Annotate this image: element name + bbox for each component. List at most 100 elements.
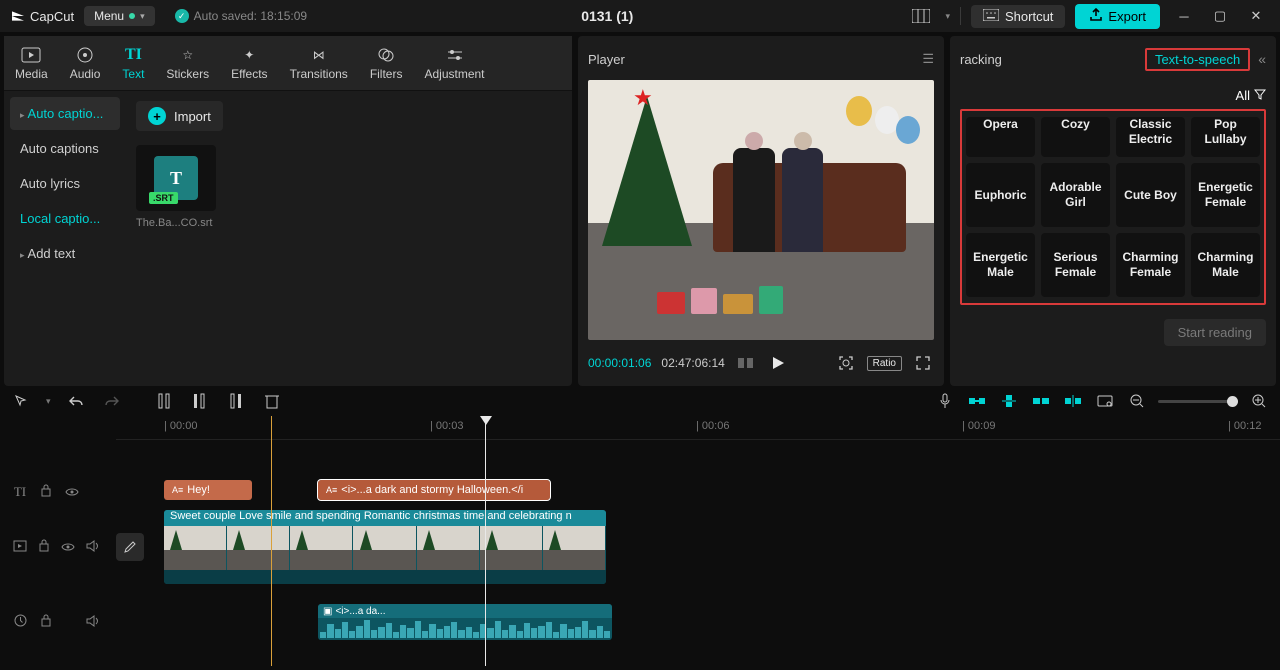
audio-clip-header: ▣ <i>...a da... xyxy=(318,604,612,618)
lock-icon[interactable] xyxy=(38,484,54,500)
undo-button[interactable] xyxy=(65,390,87,412)
zoom-slider[interactable] xyxy=(1158,400,1238,403)
source-tabs: Media Audio TIText ☆Stickers ✦Effects ⋈T… xyxy=(4,36,572,91)
text-to-speech-tab[interactable]: Text-to-speech xyxy=(1145,48,1250,71)
snap-icon-1[interactable] xyxy=(966,390,988,412)
voice-pop-lullaby[interactable]: Pop Lullaby xyxy=(1191,117,1260,157)
eye-icon[interactable] xyxy=(64,485,80,500)
snap-icon-3[interactable] xyxy=(1030,390,1052,412)
sidebar-item-local-captions[interactable]: Local captio... xyxy=(10,202,120,235)
close-icon[interactable]: ✕ xyxy=(1242,4,1270,28)
srt-file-name: The.Ba...CO.srt xyxy=(136,217,216,229)
lock-icon[interactable] xyxy=(36,539,52,555)
sidebar-item-auto-captions[interactable]: Auto captions xyxy=(10,132,120,165)
snap-icon-4[interactable] xyxy=(1062,390,1084,412)
mic-icon[interactable] xyxy=(934,390,956,412)
caption-clip-1[interactable]: A≡ Hey! xyxy=(164,480,252,500)
zoom-out-icon[interactable] xyxy=(1126,390,1148,412)
player-header: Player ☰ xyxy=(588,44,934,74)
voice-grid-highlight: Opera Cozy Classic Electric Pop Lullaby … xyxy=(960,109,1266,305)
tracking-tab[interactable]: racking xyxy=(960,52,1002,67)
trim-right-tool[interactable] xyxy=(225,390,247,412)
tts-badge-icon: ▣ xyxy=(323,606,332,617)
player-panel: Player ☰ ★ 00:00:01:06 02:47:06:14 xyxy=(578,36,944,386)
delete-tool[interactable] xyxy=(261,390,283,412)
minimize-icon[interactable]: ─ xyxy=(1170,4,1198,28)
voice-opera[interactable]: Opera xyxy=(966,117,1035,157)
ratio-button[interactable]: Ratio xyxy=(867,356,902,371)
srt-file-item[interactable]: T .SRT The.Ba...CO.srt xyxy=(136,145,216,229)
trim-left-tool[interactable] xyxy=(189,390,211,412)
voice-classic-electric[interactable]: Classic Electric xyxy=(1116,117,1185,157)
scan-icon[interactable] xyxy=(835,352,857,374)
menu-button[interactable]: Menu ▾ xyxy=(84,6,155,26)
zoom-in-icon[interactable] xyxy=(1248,390,1270,412)
play-button[interactable] xyxy=(767,352,789,374)
video-track-icon[interactable] xyxy=(12,540,28,555)
voice-cozy[interactable]: Cozy xyxy=(1041,117,1110,157)
collapse-icon[interactable]: « xyxy=(1258,51,1266,67)
voice-charming-female[interactable]: Charming Female xyxy=(1116,233,1185,297)
lock-icon[interactable] xyxy=(38,614,54,630)
time-ruler[interactable]: | 00:00 | 00:03 | 00:06 | 00:09 | 00:12 xyxy=(116,416,1280,440)
clock-icon[interactable] xyxy=(12,614,28,630)
project-title: 0131 (1) xyxy=(317,8,897,24)
preview-toggle-icon[interactable] xyxy=(1094,390,1116,412)
tab-stickers[interactable]: ☆Stickers xyxy=(155,36,220,90)
timeline[interactable]: | 00:00 | 00:03 | 00:06 | 00:09 | 00:12 … xyxy=(0,416,1280,666)
caption-clip-2[interactable]: A≡ <i>...a dark and stormy Halloween.</i xyxy=(318,480,550,500)
tab-audio[interactable]: Audio xyxy=(59,36,112,90)
main-area: Media Audio TIText ☆Stickers ✦Effects ⋈T… xyxy=(0,32,1280,386)
title-bar: CapCut Menu ▾ ✓ Auto saved: 18:15:09 013… xyxy=(0,0,1280,32)
tab-media[interactable]: Media xyxy=(4,36,59,90)
tab-text[interactable]: TIText xyxy=(111,36,155,90)
compare-icon[interactable] xyxy=(735,352,757,374)
tab-adjustment[interactable]: Adjustment xyxy=(413,36,495,90)
video-clip[interactable]: Sweet couple Love smile and spending Rom… xyxy=(164,510,606,584)
tab-transitions[interactable]: ⋈Transitions xyxy=(279,36,359,90)
shortcut-button[interactable]: Shortcut xyxy=(971,5,1065,28)
snap-icon-2[interactable] xyxy=(998,390,1020,412)
chevron-down-icon[interactable]: ▾ xyxy=(46,396,51,407)
eye-icon[interactable] xyxy=(60,540,76,555)
chevron-down-icon: ▾ xyxy=(140,11,145,22)
inline-audio-wave xyxy=(164,570,606,584)
voice-cute-boy[interactable]: Cute Boy xyxy=(1116,163,1185,227)
redo-button[interactable] xyxy=(101,390,123,412)
video-track-gutter xyxy=(0,539,116,555)
voice-energetic-female[interactable]: Energetic Female xyxy=(1191,163,1260,227)
text-track-icon[interactable]: TI xyxy=(12,484,28,500)
voice-adorable-girl[interactable]: Adorable Girl xyxy=(1041,163,1110,227)
voice-serious-female[interactable]: Serious Female xyxy=(1041,233,1110,297)
filter-icon xyxy=(1254,88,1266,103)
sidebar-item-auto-captions-group[interactable]: ▸Auto captio... xyxy=(10,97,120,130)
player-menu-icon[interactable]: ☰ xyxy=(922,51,934,67)
sidebar-item-auto-lyrics[interactable]: Auto lyrics xyxy=(10,167,120,200)
maximize-icon[interactable]: ▢ xyxy=(1206,4,1234,28)
pointer-tool[interactable] xyxy=(10,390,32,412)
playhead[interactable] xyxy=(485,416,486,666)
fullscreen-icon[interactable] xyxy=(912,352,934,374)
speaker-icon[interactable] xyxy=(84,615,100,630)
edit-track-button[interactable] xyxy=(116,533,144,561)
sidebar-item-add-text[interactable]: ▸Add text xyxy=(10,237,120,270)
import-button[interactable]: + Import xyxy=(136,101,223,131)
voice-filter-all[interactable]: All xyxy=(1236,88,1266,103)
voice-charming-male[interactable]: Charming Male xyxy=(1191,233,1260,297)
tab-filters[interactable]: Filters xyxy=(359,36,414,90)
app-name: CapCut xyxy=(30,9,74,24)
voice-euphoric[interactable]: Euphoric xyxy=(966,163,1035,227)
voice-energetic-male[interactable]: Energetic Male xyxy=(966,233,1035,297)
split-tool[interactable] xyxy=(153,390,175,412)
app-logo: CapCut xyxy=(10,8,74,24)
layout-icon[interactable] xyxy=(907,4,935,28)
start-reading-button[interactable]: Start reading xyxy=(1164,319,1266,346)
video-thumbnails xyxy=(164,526,606,570)
chevron-down-icon[interactable]: ▾ xyxy=(945,11,950,22)
export-button[interactable]: Export xyxy=(1075,4,1160,29)
player-viewport[interactable]: ★ xyxy=(588,80,934,340)
gifts-graphic xyxy=(657,257,847,314)
speaker-icon[interactable] xyxy=(84,540,100,555)
audio-clip[interactable]: ▣ <i>...a da... xyxy=(318,604,612,640)
tab-effects[interactable]: ✦Effects xyxy=(220,36,278,90)
